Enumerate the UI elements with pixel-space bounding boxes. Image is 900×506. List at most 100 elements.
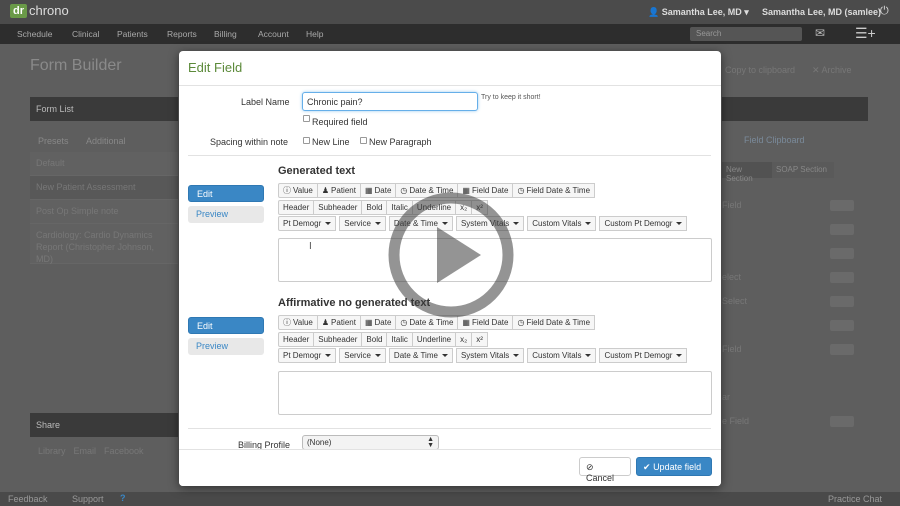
power-icon[interactable]: ⏻	[880, 5, 889, 18]
subheader-button[interactable]: Subheader	[313, 200, 363, 215]
header-button[interactable]: Header	[278, 200, 315, 215]
select-arrows-icon: ▲ ▼	[427, 436, 434, 449]
subheader-button[interactable]: Subheader	[313, 332, 363, 347]
superscript-button[interactable]: x²	[471, 332, 488, 347]
field-type-item[interactable]: e Field	[722, 416, 749, 426]
bold-button[interactable]: Bold	[361, 200, 388, 215]
list-item[interactable]: Post Op Simple note	[30, 200, 178, 224]
tab-presets[interactable]: Presets	[38, 136, 69, 146]
header-button[interactable]: Header	[278, 332, 315, 347]
field-type-preview	[830, 416, 854, 427]
search-input[interactable]: Search	[690, 27, 802, 41]
nav-clinical[interactable]: Clinical	[72, 29, 99, 39]
preview-button[interactable]: Preview	[188, 206, 264, 223]
nav-help[interactable]: Help	[306, 29, 323, 39]
pt-demogr-dropdown[interactable]: Pt Demogr	[278, 216, 337, 231]
nav-reports[interactable]: Reports	[167, 29, 197, 39]
menu-icon[interactable]: ☰+	[855, 25, 876, 42]
field-type-item[interactable]: Field	[722, 200, 742, 210]
field-type-preview	[830, 296, 854, 307]
field-date-time-button[interactable]: ◷ Field Date & Time	[512, 183, 596, 198]
tab-additional[interactable]: Additional	[86, 136, 126, 146]
nav-account[interactable]: Account	[258, 29, 289, 39]
patient-button[interactable]: ♟ Patient	[316, 183, 361, 198]
share-links: Library Email Facebook	[38, 446, 144, 456]
nav-billing[interactable]: Billing	[214, 29, 237, 39]
underline-button[interactable]: Underline	[411, 332, 457, 347]
account-menu[interactable]: Samantha Lee, MD (samlee)	[762, 7, 881, 17]
required-label: Required field	[312, 117, 368, 127]
system-vitals-dropdown[interactable]: System Vitals	[455, 348, 525, 363]
help-icon[interactable]: ?	[120, 493, 126, 503]
share-facebook[interactable]: Facebook	[104, 446, 144, 456]
copy-clipboard-button[interactable]: Copy to clipboard	[725, 65, 795, 75]
caret-down-icon	[585, 222, 592, 225]
service-dropdown[interactable]: Service	[339, 216, 386, 231]
preview-button[interactable]: Preview	[188, 338, 264, 355]
field-type-item[interactable]: elect	[722, 272, 741, 282]
new-paragraph-checkbox[interactable]	[360, 137, 367, 144]
bold-button[interactable]: Bold	[361, 332, 388, 347]
modal-footer: ⊘ Cancel ✔ Update field	[179, 450, 721, 486]
check-icon: ✔	[643, 462, 651, 472]
divider	[188, 428, 711, 429]
date-time-label: Date & Time	[409, 317, 454, 327]
support-link[interactable]: Support	[72, 494, 104, 504]
patient-label: Patient	[331, 185, 356, 195]
custom-pt-demogr-dropdown[interactable]: Custom Pt Demogr	[599, 216, 688, 231]
play-icon[interactable]	[387, 191, 515, 319]
list-item[interactable]: New Patient Assessment	[30, 176, 178, 200]
caret-down-icon	[676, 354, 683, 357]
soap-section-button[interactable]: SOAP Section	[772, 162, 834, 178]
logo[interactable]: dr chrono	[10, 3, 69, 18]
custom-pt-demogr-dropdown[interactable]: Custom Pt Demogr	[599, 348, 688, 363]
mail-icon[interactable]: ✉	[815, 26, 825, 40]
value-button[interactable]: ⓘ Value	[278, 315, 318, 330]
italic-button[interactable]: Italic	[386, 332, 413, 347]
feedback-link[interactable]: Feedback	[8, 494, 48, 504]
required-checkbox[interactable]	[303, 115, 310, 122]
custom-vitals-dropdown[interactable]: Custom Vitals	[527, 348, 597, 363]
nav-schedule[interactable]: Schedule	[17, 29, 52, 39]
date-time-dropdown[interactable]: Date & Time	[388, 348, 453, 363]
field-type-item[interactable]: ar	[722, 392, 730, 402]
field-type-item[interactable]: Select	[722, 296, 747, 306]
caret-down-icon	[585, 354, 592, 357]
affirmative-text-area[interactable]	[278, 371, 712, 415]
field-date-time-label: Field Date & Time	[526, 317, 591, 327]
list-item[interactable]: Default	[30, 152, 178, 176]
billing-profile-value: (None)	[307, 438, 332, 447]
share-library[interactable]: Library	[38, 446, 66, 456]
info-icon: ⓘ	[283, 317, 291, 327]
custom-vitals-dropdown[interactable]: Custom Vitals	[527, 216, 597, 231]
new-section-button[interactable]: New Section	[722, 162, 772, 183]
generated-text-title: Generated text	[278, 165, 356, 177]
pt-demogr-dropdown[interactable]: Pt Demogr	[278, 348, 337, 363]
nav-patients[interactable]: Patients	[117, 29, 148, 39]
edit-button[interactable]: Edit	[188, 185, 264, 202]
share-email[interactable]: Email	[74, 446, 97, 456]
user-icon: ♟	[321, 317, 330, 327]
patient-button[interactable]: ♟ Patient	[316, 315, 361, 330]
practice-chat-link[interactable]: Practice Chat	[828, 494, 882, 504]
dropdown-label: System Vitals	[460, 350, 510, 360]
info-icon: ⓘ	[283, 185, 291, 195]
dropdown-label: Custom Pt Demogr	[604, 350, 673, 360]
list-item[interactable]: Cardiology: Cardio Dynamics Report (Chri…	[30, 224, 178, 264]
logo-mark: dr	[10, 3, 27, 18]
update-field-button[interactable]: ✔ Update field	[636, 457, 712, 476]
new-line-checkbox[interactable]	[303, 137, 310, 144]
cancel-button[interactable]: ⊘ Cancel	[579, 457, 631, 483]
user-menu[interactable]: 👤 Samantha Lee, MD ▾	[648, 7, 749, 18]
edit-button[interactable]: Edit	[188, 317, 264, 334]
tab-field-clipboard[interactable]: Field Clipboard	[744, 135, 805, 145]
billing-profile-select[interactable]: (None) ▲ ▼	[302, 435, 439, 450]
service-dropdown[interactable]: Service	[339, 348, 386, 363]
value-button[interactable]: ⓘ Value	[278, 183, 318, 198]
field-type-item[interactable]: Field	[722, 344, 742, 354]
caret-down-icon	[676, 222, 683, 225]
label-name-input[interactable]	[302, 92, 478, 111]
archive-button[interactable]: ✕ Archive	[812, 65, 852, 76]
field-date-time-button[interactable]: ◷ Field Date & Time	[512, 315, 596, 330]
subscript-button[interactable]: x₂	[455, 332, 473, 347]
